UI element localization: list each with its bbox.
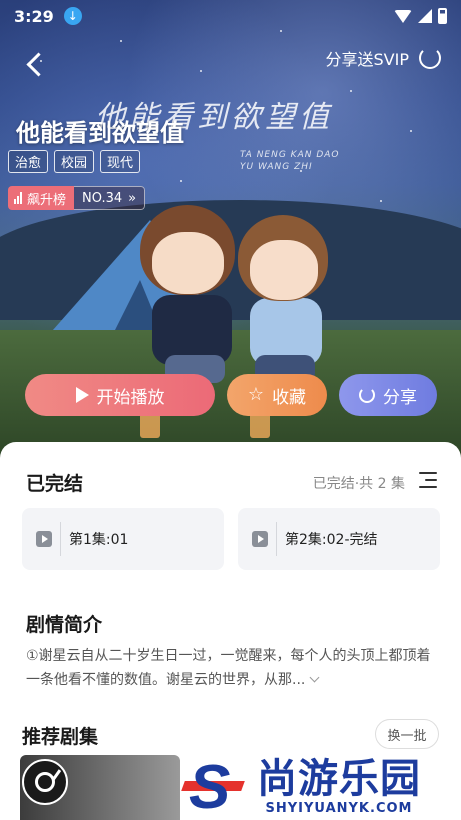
play-label: 开始播放 xyxy=(96,387,165,408)
watermark-cn: 尚游乐园 xyxy=(257,755,421,802)
favorite-label: 收藏 xyxy=(272,387,307,408)
tag[interactable]: 治愈 xyxy=(8,150,49,173)
episode-label: 第1集:01 xyxy=(69,532,129,548)
site-watermark: S 尚游乐园 SHYIYUANYK.COM xyxy=(181,752,461,820)
rank-number-wrap: NO.34 » xyxy=(74,186,146,210)
episodes-summary: 已完结·共 2 集 xyxy=(312,476,405,492)
play-button[interactable]: 开始播放 xyxy=(25,374,215,416)
divider xyxy=(60,522,61,556)
episode-card[interactable]: 第1集:01 xyxy=(22,508,224,570)
divider xyxy=(276,522,277,556)
rank-number: NO.34 xyxy=(82,190,123,206)
episode-list-icon[interactable] xyxy=(419,472,437,488)
recommend-heading: 推荐剧集 xyxy=(22,726,99,748)
tag-list: 治愈 校园 现代 xyxy=(8,150,141,173)
video-icon xyxy=(36,531,52,547)
status-icons xyxy=(394,8,447,24)
chevron-down-icon[interactable] xyxy=(309,672,320,683)
star-icon: ☆ xyxy=(247,384,265,405)
favorite-button[interactable]: ☆ 收藏 xyxy=(227,374,327,416)
synopsis-heading: 剧情简介 xyxy=(26,614,103,636)
drama-title: 他能看到欲望值 xyxy=(16,119,184,147)
music-player-button[interactable] xyxy=(22,759,68,805)
tag[interactable]: 现代 xyxy=(100,150,141,173)
signal-icon xyxy=(418,9,432,23)
cover-title-pinyin: TA NENG KAN DAO YU WANG ZHI xyxy=(240,150,340,173)
trending-icon xyxy=(14,192,22,204)
download-icon: ↓ xyxy=(63,7,82,25)
synopsis-text-wrap[interactable]: ①谢星云自从二十岁生日一过，一觉醒来，每个人的头顶上都顶着一条他看不懂的数值。谢… xyxy=(26,644,436,692)
refresh-batch-button[interactable]: 换一批 xyxy=(375,719,439,749)
rank-label-wrap: 飙升榜 xyxy=(8,186,75,210)
watermark-text: 尚游乐园 SHYIYUANYK.COM xyxy=(257,757,421,816)
share-vip-label: 分享送SVIP xyxy=(325,50,409,69)
episode-card[interactable]: 第2集:02-完结 xyxy=(238,508,440,570)
character-right-face xyxy=(250,240,318,300)
rank-label: 飙升榜 xyxy=(27,192,67,208)
back-button[interactable] xyxy=(20,50,50,80)
episode-label: 第2集:02-完结 xyxy=(285,532,378,548)
double-chevron-right-icon: » xyxy=(128,190,137,206)
share-icon xyxy=(359,387,375,403)
watermark-en: SHYIYUANYK.COM xyxy=(265,800,413,816)
watermark-logo: S xyxy=(181,755,253,819)
share-vip-button[interactable]: 分享送SVIP xyxy=(326,46,441,70)
cover-title-pinyin-line1: TA NENG KAN DAO xyxy=(240,150,340,160)
play-icon xyxy=(75,387,89,403)
music-note-icon xyxy=(35,772,55,792)
battery-icon xyxy=(438,8,447,24)
action-bar: 开始播放 ☆ 收藏 分享 xyxy=(25,374,437,416)
tag[interactable]: 校园 xyxy=(54,150,95,173)
synopsis-text: ①谢星云自从二十岁生日一过，一觉醒来，每个人的头顶上都顶着一条他看不懂的数值。谢… xyxy=(26,648,431,688)
status-bar: 3:29 ↓ xyxy=(0,0,461,32)
cover-title-pinyin-line2: YU WANG ZHI xyxy=(240,161,313,172)
share-button[interactable]: 分享 xyxy=(339,374,437,416)
wifi-icon xyxy=(394,9,412,23)
character-left-face xyxy=(152,232,224,294)
episodes-heading: 已完结 xyxy=(26,473,84,495)
share-vip-icon xyxy=(419,47,441,69)
status-time: 3:29 xyxy=(14,6,54,26)
rank-badge[interactable]: 飙升榜 NO.34 » xyxy=(8,186,146,210)
video-icon xyxy=(252,531,268,547)
share-label: 分享 xyxy=(383,387,417,408)
